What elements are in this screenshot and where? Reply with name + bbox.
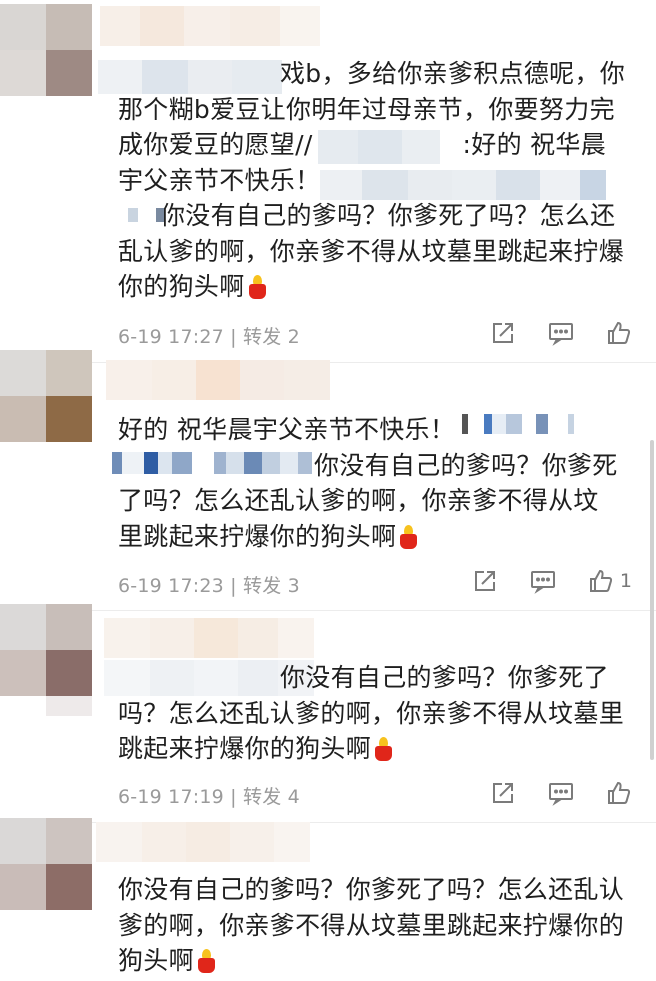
comment-date: 6-19 17:27 — [118, 326, 224, 348]
comment-text: 你没有自己的爹吗？你爹死了 吗？怎么还乱认爹的啊，你亲爹不得从坟墓里 跳起来拧爆… — [118, 660, 638, 767]
repost-count[interactable]: 转发 2 — [243, 326, 300, 348]
comment-meta: 6-19 17:23 | 转发 3 — [118, 575, 300, 597]
comment-line: 跳起来拧爆你的狗头啊 — [118, 731, 638, 767]
like-icon[interactable] — [588, 568, 614, 594]
username-redacted[interactable] — [96, 822, 310, 862]
comment-line: 你没有自己的爹吗？你爹死了吗？怎么还 — [160, 201, 616, 230]
comment-line: 你没有自己的爹吗？你爹死了吗？怎么还乱认 — [118, 875, 625, 904]
comment-line: 狗头啊 — [118, 943, 638, 979]
redacted-text — [318, 130, 440, 164]
avatar[interactable] — [0, 818, 92, 910]
redacted-text — [462, 414, 574, 434]
comment-line: 你的狗头啊 — [118, 269, 638, 305]
username-redacted[interactable] — [100, 6, 320, 46]
comment-line: 乱认爹的啊，你亲爹不得从坟墓里跳起来拧爆 — [118, 236, 625, 266]
share-icon[interactable] — [490, 780, 516, 806]
share-icon[interactable] — [472, 568, 498, 594]
repost-count[interactable]: 转发 4 — [243, 786, 300, 808]
comment-line: 吗？怎么还乱认爹的啊，你亲爹不得从坟墓里 — [118, 698, 625, 728]
comment-icon[interactable] — [530, 568, 556, 594]
avatar[interactable] — [0, 350, 92, 442]
comment-line: 你没有自己的爹吗？你爹死了 — [280, 663, 609, 692]
like-icon[interactable] — [606, 320, 632, 346]
candle-emoji — [373, 737, 393, 761]
action-bar: 1 — [440, 568, 632, 594]
redacted-text — [46, 696, 92, 716]
share-icon[interactable] — [490, 320, 516, 346]
scrollbar[interactable] — [650, 440, 654, 760]
avatar[interactable] — [0, 4, 92, 96]
comment-line: 爹的啊，你亲爹不得从坟墓里跳起来拧爆你的 — [118, 910, 625, 940]
candle-emoji — [196, 949, 216, 973]
redacted-text — [112, 452, 312, 474]
like-count: 1 — [619, 570, 632, 592]
action-bar — [458, 320, 632, 346]
comment-date: 6-19 17:19 — [118, 786, 224, 808]
username-redacted[interactable] — [106, 360, 330, 400]
comment-icon[interactable] — [548, 780, 574, 806]
comment-meta: 6-19 17:19 | 转发 4 — [118, 786, 300, 808]
candle-emoji — [247, 275, 267, 299]
comment-icon[interactable] — [548, 320, 574, 346]
username-redacted[interactable] — [104, 618, 314, 658]
candle-emoji — [398, 524, 418, 549]
action-bar — [458, 780, 632, 806]
redacted-text — [128, 208, 164, 222]
comment-line: 里跳起来拧爆你的狗头啊 — [118, 519, 638, 555]
comment-date: 6-19 17:23 — [118, 575, 224, 597]
repost-count[interactable]: 转发 3 — [243, 575, 300, 597]
comment-text: 你没有自己的爹吗？你爹死了吗？怎么还乱认 爹的啊，你亲爹不得从坟墓里跳起来拧爆你… — [118, 872, 638, 979]
comment-meta: 6-19 17:27 | 转发 2 — [118, 326, 300, 348]
redacted-text — [320, 170, 606, 200]
comment-line: 戏b，多给你亲爹积点德呢，你 — [280, 59, 626, 88]
avatar[interactable] — [0, 604, 92, 696]
comment-line: 了吗？怎么还乱认爹的啊，你亲爹不得从坟 — [118, 486, 599, 515]
like-icon[interactable] — [606, 780, 632, 806]
comment-line: 那个糊b爱豆让你明年过母亲节，你要努力完 — [118, 94, 615, 124]
